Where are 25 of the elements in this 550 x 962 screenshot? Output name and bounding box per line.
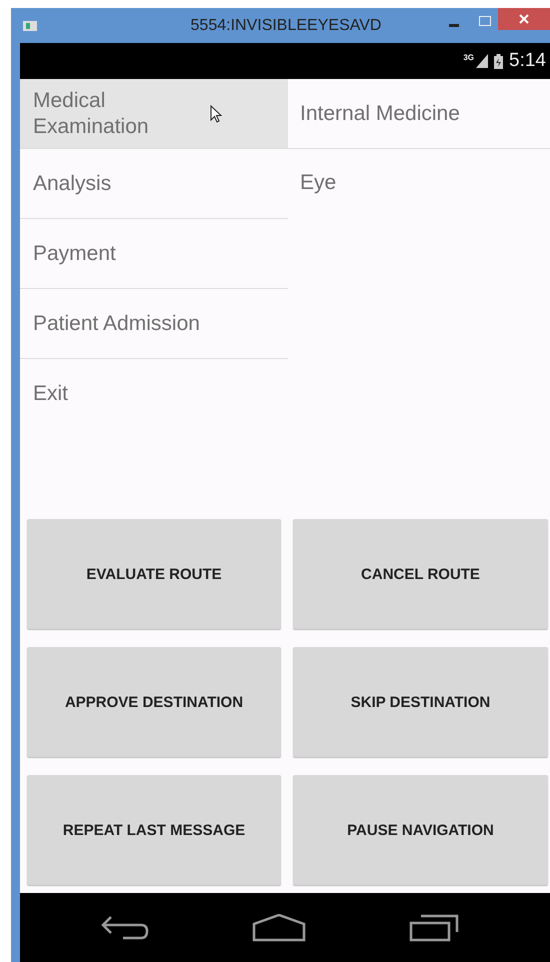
action-button[interactable]: SKIP DESTINATION bbox=[293, 647, 548, 757]
action-button[interactable]: EVALUATE ROUTE bbox=[27, 519, 281, 629]
menu-item[interactable]: Medical Examination bbox=[20, 79, 288, 149]
menu-item[interactable]: Exit bbox=[20, 359, 288, 428]
action-button[interactable]: APPROVE DESTINATION bbox=[27, 647, 281, 757]
action-button[interactable]: CANCEL ROUTE bbox=[293, 519, 548, 629]
home-button[interactable] bbox=[252, 914, 306, 942]
action-button[interactable]: PAUSE NAVIGATION bbox=[293, 775, 548, 885]
back-button[interactable] bbox=[101, 914, 150, 940]
app-icon bbox=[23, 20, 37, 30]
battery-icon bbox=[494, 54, 504, 68]
window-title: 5554:INVISIBLEEYESAVD bbox=[190, 17, 382, 35]
close-button[interactable] bbox=[498, 8, 550, 30]
menu-item[interactable]: Payment bbox=[20, 219, 288, 289]
submenu-item[interactable]: Eye bbox=[288, 149, 550, 218]
submenu-item[interactable]: Internal Medicine bbox=[288, 79, 550, 149]
mouse-pointer-icon bbox=[210, 105, 222, 123]
menu-item[interactable]: Analysis bbox=[20, 149, 288, 219]
menu-item[interactable]: Patient Admission bbox=[20, 289, 288, 359]
signal-icon bbox=[476, 54, 488, 68]
network-type: 3G bbox=[463, 53, 474, 62]
recent-apps-button[interactable] bbox=[408, 914, 459, 942]
action-button[interactable]: REPEAT LAST MESSAGE bbox=[27, 775, 281, 885]
maximize-button[interactable] bbox=[479, 16, 491, 26]
clock: 5:14 bbox=[509, 50, 546, 72]
